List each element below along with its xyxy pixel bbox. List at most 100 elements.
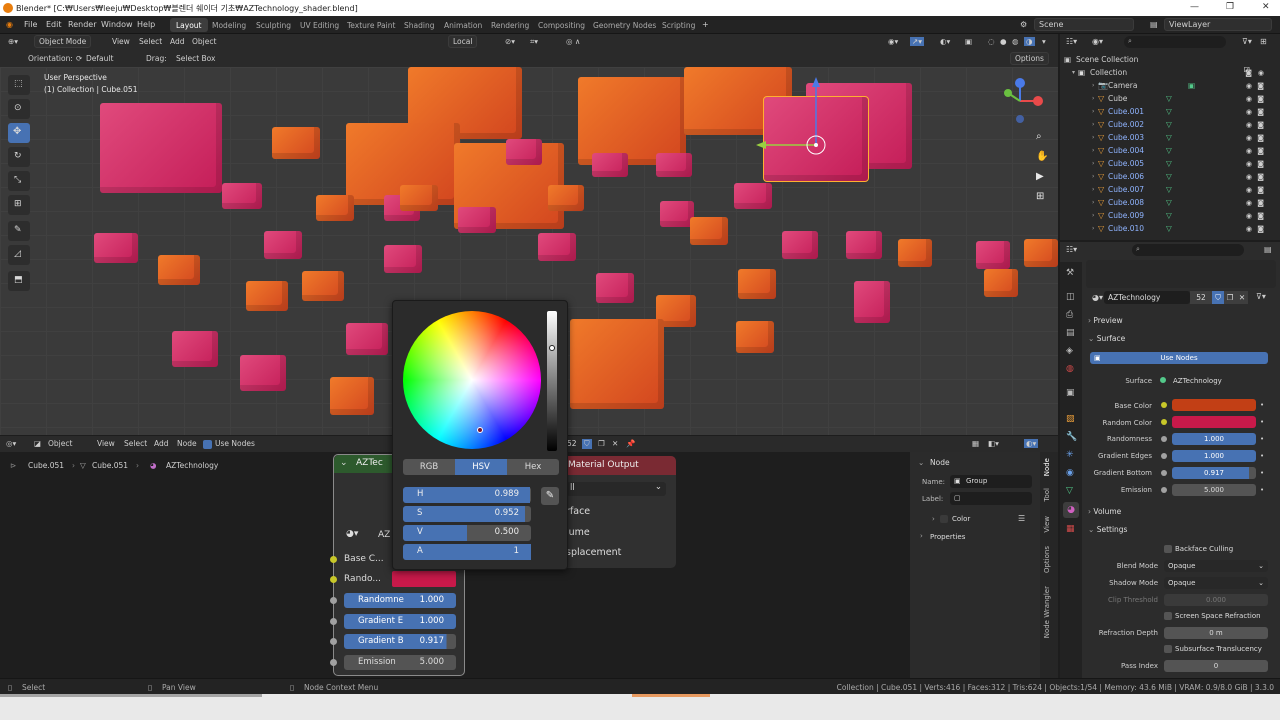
transform-orientation-dropdown[interactable]: Local [448,35,478,48]
eye-icon[interactable]: ◉ [1246,134,1252,142]
options-icon[interactable]: ▤ [1264,245,1272,254]
camera-toggle-icon[interactable]: ◙ [1257,95,1264,103]
gradient-bottom-field[interactable]: 0.917 [1172,467,1256,479]
material-output-node[interactable]: Material Output ll ⌄ rface lume splaceme… [562,456,676,568]
value-slider[interactable] [547,311,557,451]
camera-toggle-icon[interactable]: ◙ [1257,147,1264,155]
new-collection-icon[interactable]: ⊞ [1260,37,1267,46]
tab-animation[interactable]: Animation [438,18,488,32]
outliner-item[interactable]: › ▽ Cube.006 ▽ ◉ ◙ [1092,170,1280,183]
outliner-scene-collection[interactable]: ▣ Scene Collection [1064,53,1264,66]
camera-toggle-icon[interactable]: ◙ [1257,212,1264,220]
base-color-swatch[interactable] [1172,399,1256,411]
panel-collapse-icon[interactable]: ⌄ [918,458,924,467]
socket-gradient-bottom[interactable] [330,638,337,645]
socket-random-color[interactable] [330,576,337,583]
gradient-edges-field[interactable]: 1.000 [1172,450,1256,462]
visibility-icon[interactable]: ◉▾ [888,37,898,46]
cube-object[interactable] [172,331,218,367]
cube-object[interactable] [538,233,576,261]
node-name-field[interactable]: ▣ Group [950,475,1032,488]
cube-object[interactable] [400,185,438,211]
object-tab-icon[interactable]: ▧ [1066,414,1075,424]
properties-editor-icon[interactable]: ☷▾ [1066,245,1077,254]
camera-toggle-icon[interactable]: ◙ [1257,186,1264,194]
copy-material-icon[interactable]: ❐ [1224,291,1236,304]
cube-object[interactable] [736,321,774,353]
close-icon[interactable]: ✕ [1262,2,1270,12]
scene-tab-icon[interactable]: ◈ [1066,346,1073,356]
modifier-tab-icon[interactable]: 🔧 [1066,432,1077,442]
eye-icon[interactable]: ◉ [1258,69,1264,77]
ssr-checkbox[interactable] [1164,612,1172,620]
value-field[interactable]: V 0.500 [403,525,531,541]
cube-object[interactable] [660,201,694,227]
list-icon[interactable]: ☰ [1018,514,1025,523]
render-tab-icon[interactable]: ◫ [1066,292,1075,302]
material-browse-icon[interactable]: ◕▾ [1092,293,1103,302]
move-tool-icon[interactable]: ✥ [8,123,30,143]
decorator-dot-icon[interactable]: • [1260,469,1264,477]
material-output-header[interactable]: Material Output [562,456,676,475]
cube-object[interactable] [246,281,288,311]
preview-panel-header[interactable]: › Preview [1088,316,1123,325]
view-layer-selector[interactable]: ViewLayer [1164,18,1272,31]
add-cube-tool-icon[interactable]: ⬒ [8,271,30,291]
viewport-menu-view[interactable]: View [112,37,130,46]
node-editor-type-icon[interactable]: ◎▾ [6,439,16,448]
tab-hex[interactable]: Hex [507,459,559,475]
color-wheel[interactable] [403,311,541,449]
outliner-item[interactable]: › ▽ Cube.003 ▽ ◉ ◙ [1092,131,1280,144]
snap-node-icon[interactable]: ▦ [972,439,979,448]
cube-object[interactable] [94,233,138,263]
shadow-mode-dropdown[interactable]: Opaque ⌄ [1164,577,1268,589]
volume-panel-header[interactable]: › Volume [1088,507,1121,516]
node-menu-node[interactable]: Node [177,439,197,448]
cube-object[interactable] [158,255,200,285]
pass-index-field[interactable]: 0 [1164,660,1268,672]
select-tool-icon[interactable]: ⬚ [8,75,30,95]
eye-icon[interactable]: ◉ [1246,121,1252,129]
editor-type-icon[interactable]: ⊕▾ [8,37,18,46]
snap-icon[interactable]: ⌗▾ [530,37,538,47]
cube-object[interactable] [782,231,818,259]
backface-culling-checkbox[interactable] [1164,545,1172,553]
options-dropdown[interactable]: Options [1010,52,1049,65]
eye-icon[interactable]: ◉ [1246,199,1252,207]
eye-icon[interactable]: ◉ [1246,160,1252,168]
camera-toggle-icon[interactable]: ◙ [1257,199,1264,207]
tab-rgb[interactable]: RGB [403,459,455,475]
physics-tab-icon[interactable]: ◉ [1066,468,1074,478]
outliner-item[interactable]: › ▽ Cube.009 ▽ ◉ ◙ [1092,209,1280,222]
menu-render[interactable]: Render [68,20,96,29]
pan-icon[interactable]: ✋ [1036,151,1048,162]
fake-user-icon[interactable]: ⛉ [1212,291,1224,304]
outliner-item[interactable]: › ▽ Cube.008 ▽ ◉ ◙ [1092,196,1280,209]
filter-icon[interactable]: ⊽▾ [1256,292,1266,301]
menu-window[interactable]: Window [101,20,133,29]
node-group-selector[interactable]: AZ [378,530,390,540]
outliner-item[interactable]: › ▽ Cube.002 ▽ ◉ ◙ [1092,118,1280,131]
tab-rendering[interactable]: Rendering [485,18,535,32]
cube-object[interactable] [222,183,262,209]
copy-material-icon[interactable]: ❐ [598,439,605,448]
hue-field[interactable]: H 0.989 [403,487,531,503]
viewport-menu-add[interactable]: Add [170,37,185,46]
socket-emission[interactable] [330,659,337,666]
tab-shading[interactable]: Shading [398,18,440,32]
saturation-field[interactable]: S 0.952 [403,506,531,522]
overlay-icon[interactable]: ◐▾ [940,37,950,46]
random-color-swatch[interactable] [1172,416,1256,428]
cube-object[interactable] [240,355,286,391]
sidebar-tab-view[interactable]: View [1043,516,1051,533]
scale-tool-icon[interactable]: ⤡ [8,171,30,191]
gizmo-icon[interactable]: ↗▾ [910,37,925,46]
outliner-item[interactable]: › ▽ Cube.001 ▽ ◉ ◙ [1092,105,1280,118]
camera-toggle-icon[interactable]: ◙ [1257,82,1264,90]
decorator-dot-icon[interactable]: • [1260,435,1264,443]
eye-icon[interactable]: ◉ [1246,147,1252,155]
socket-base-color[interactable] [330,556,337,563]
outliner-collection[interactable]: ▾ ▣ Collection ☑ ◉ ◙ [1072,66,1272,79]
node-menu-view[interactable]: View [97,439,115,448]
viewport-menu-object[interactable]: Object [192,37,216,46]
